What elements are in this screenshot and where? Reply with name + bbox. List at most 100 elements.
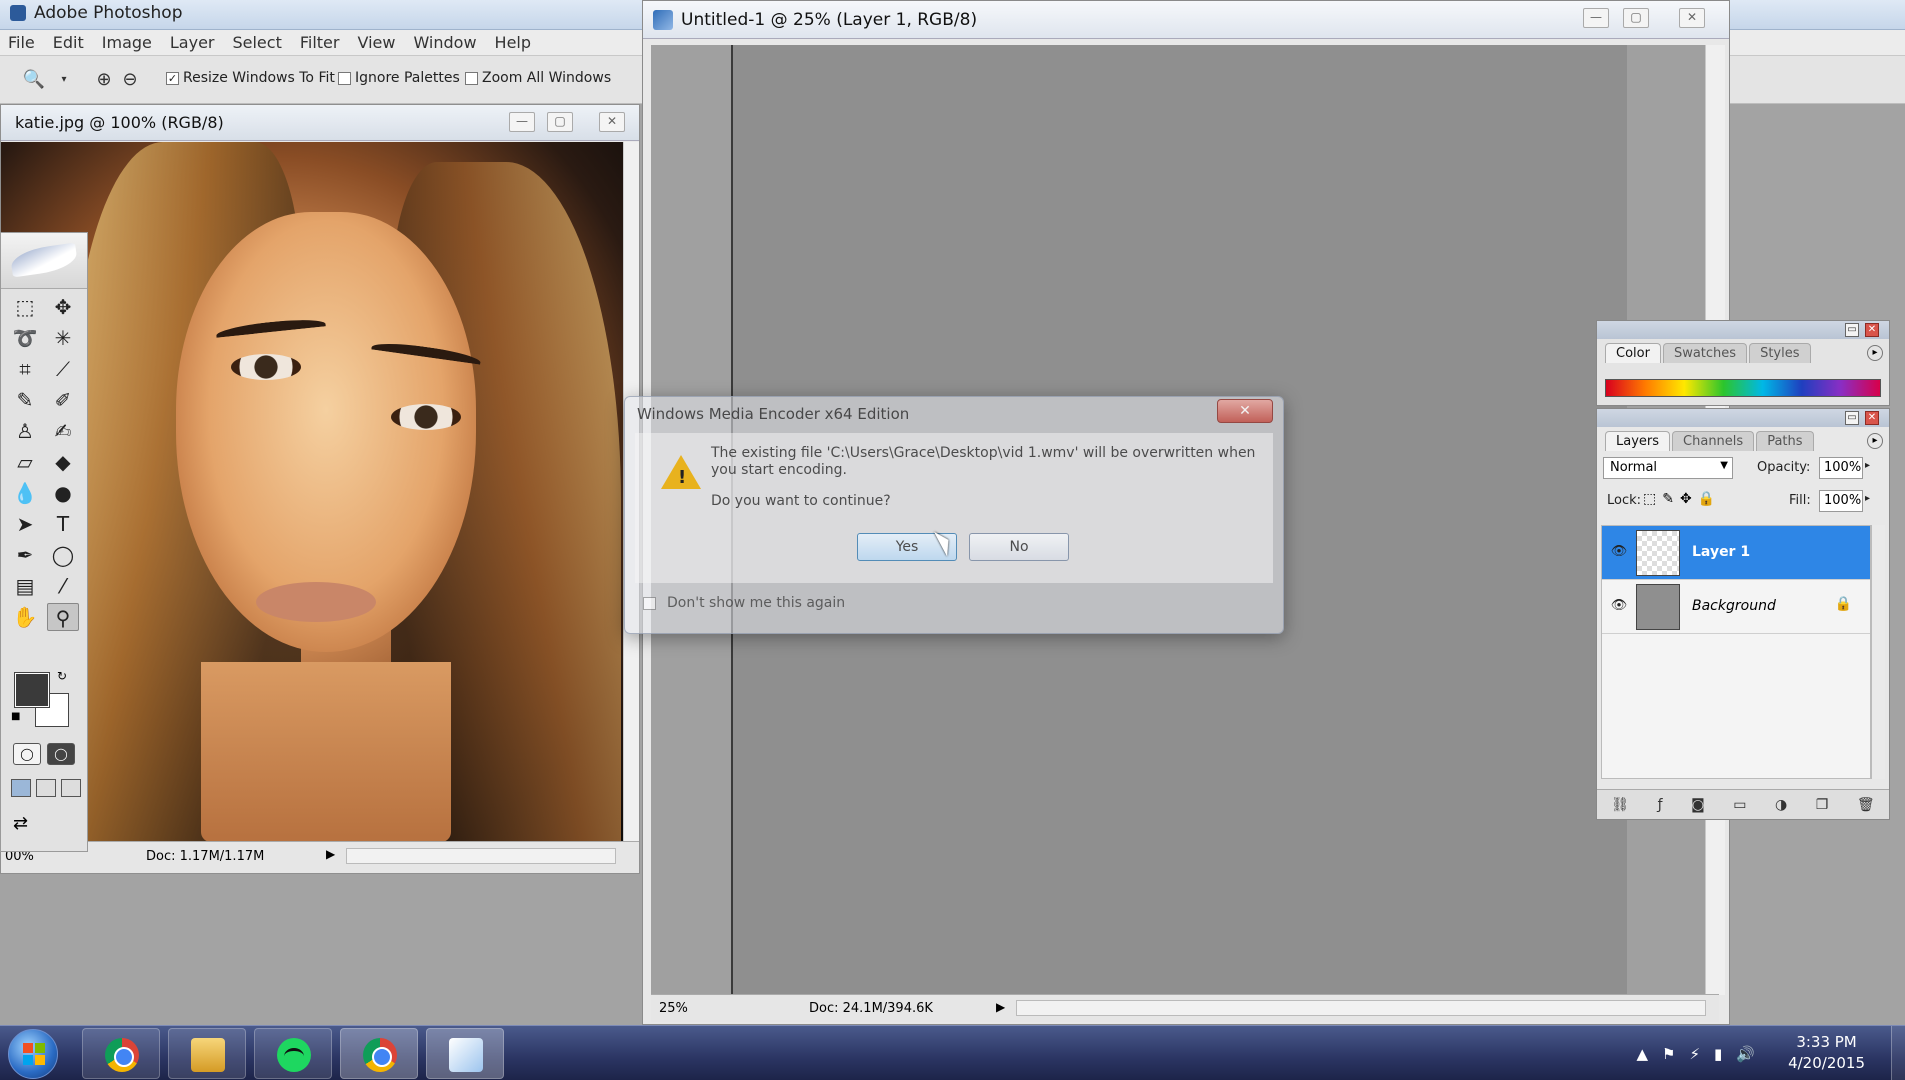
zoom-out-icon[interactable]: ⊖: [116, 66, 144, 94]
layer-mask-icon[interactable]: ◙: [1691, 797, 1705, 813]
document-window-katie[interactable]: katie.jpg @ 100% (RGB/8) — ▢ ✕ 00% Doc: …: [0, 104, 640, 874]
power-icon[interactable]: ⚡: [1690, 1045, 1701, 1063]
fill-field[interactable]: 100%: [1819, 490, 1863, 512]
brush-tool-icon[interactable]: ✐: [47, 386, 79, 414]
palette-menu-icon[interactable]: ▸: [1867, 345, 1883, 361]
resize-windows-checkbox[interactable]: ✓ Resize Windows To Fit: [166, 70, 335, 86]
palette-close-icon[interactable]: ✕: [1865, 323, 1879, 337]
foreground-color-swatch[interactable]: [14, 672, 50, 708]
palette-header[interactable]: ▭ ✕: [1597, 321, 1889, 339]
photo-canvas[interactable]: [1, 142, 625, 842]
blur-tool-icon[interactable]: 💧: [9, 479, 41, 507]
maximize-icon[interactable]: ▢: [547, 112, 573, 132]
dont-show-checkbox[interactable]: [643, 597, 656, 610]
menu-edit[interactable]: Edit: [51, 30, 94, 55]
maximize-icon[interactable]: ▢: [1623, 8, 1649, 28]
show-hidden-icons-icon[interactable]: ▲: [1637, 1045, 1649, 1063]
layer-style-icon[interactable]: ƒ: [1658, 797, 1663, 813]
layers-scrollbar[interactable]: [1871, 525, 1885, 779]
document-titlebar[interactable]: Untitled-1 @ 25% (Layer 1, RGB/8) — ▢ ✕: [643, 1, 1729, 39]
zoom-level[interactable]: 25%: [659, 1001, 688, 1016]
close-icon[interactable]: ✕: [599, 112, 625, 132]
palette-minimize-icon[interactable]: ▭: [1845, 323, 1859, 337]
screen-mode-full-menu-icon[interactable]: [36, 779, 56, 797]
crop-tool-icon[interactable]: ⌗: [9, 355, 41, 383]
eye-icon[interactable]: 👁: [1610, 544, 1628, 560]
tab-styles[interactable]: Styles: [1749, 343, 1811, 363]
horizontal-scrollbar[interactable]: [346, 848, 616, 864]
eyedropper-icon[interactable]: ⁄: [47, 572, 79, 600]
type-tool-icon[interactable]: T: [47, 510, 79, 538]
hand-tool-icon[interactable]: ✋: [9, 603, 41, 631]
eraser-tool-icon[interactable]: ▱: [9, 448, 41, 476]
status-menu-arrow-icon[interactable]: ▶: [326, 847, 335, 861]
document-titlebar[interactable]: katie.jpg @ 100% (RGB/8) — ▢ ✕: [1, 105, 639, 141]
checkbox[interactable]: [465, 71, 478, 85]
default-colors-icon[interactable]: ■: [11, 711, 20, 722]
zoom-in-icon[interactable]: ⊕: [90, 66, 118, 94]
jump-to-imageready-icon[interactable]: ⇄: [13, 813, 28, 834]
tab-paths[interactable]: Paths: [1756, 431, 1814, 451]
taskbar-media-encoder[interactable]: [426, 1028, 504, 1079]
palette-close-icon[interactable]: ✕: [1865, 411, 1879, 425]
clone-stamp-icon[interactable]: ♙: [9, 417, 41, 445]
lock-position-icon[interactable]: ✥: [1680, 491, 1692, 507]
menu-help[interactable]: Help: [493, 30, 541, 55]
quick-mask-icon[interactable]: ◯: [47, 743, 75, 765]
layer-row[interactable]: 👁 Background 🔒: [1602, 580, 1870, 634]
screen-mode-standard-icon[interactable]: [11, 779, 31, 797]
action-center-flag-icon[interactable]: ⚑: [1662, 1045, 1675, 1063]
fill-arrow-icon[interactable]: ▸: [1865, 493, 1870, 504]
lock-transparent-icon[interactable]: ⬚: [1643, 491, 1656, 507]
start-button[interactable]: [8, 1029, 58, 1079]
zoom-tool-icon[interactable]: ⚲: [47, 603, 79, 631]
path-selection-icon[interactable]: ➤: [9, 510, 41, 538]
minimize-icon[interactable]: —: [1583, 8, 1609, 28]
taskbar-explorer[interactable]: [168, 1028, 246, 1079]
slice-tool-icon[interactable]: ⟋: [47, 355, 79, 383]
pen-tool-icon[interactable]: ✒: [9, 541, 41, 569]
menu-image[interactable]: Image: [100, 30, 162, 55]
lock-all-icon[interactable]: 🔒: [1698, 491, 1715, 507]
zoom-all-checkbox[interactable]: Zoom All Windows: [465, 70, 611, 86]
tool-preset-dropdown-icon[interactable]: ▾: [50, 66, 78, 94]
notes-tool-icon[interactable]: ▤: [9, 572, 41, 600]
clock[interactable]: 3:33 PM 4/20/2015: [1788, 1032, 1865, 1074]
opacity-arrow-icon[interactable]: ▸: [1865, 460, 1870, 471]
ignore-palettes-checkbox[interactable]: Ignore Palettes: [338, 70, 460, 86]
status-menu-arrow-icon[interactable]: ▶: [996, 1000, 1005, 1014]
tab-layers[interactable]: Layers: [1605, 431, 1671, 451]
taskbar-chrome[interactable]: [82, 1028, 160, 1079]
menu-filter[interactable]: Filter: [298, 30, 350, 55]
horizontal-scrollbar[interactable]: [1016, 1000, 1706, 1016]
color-spectrum[interactable]: [1605, 379, 1881, 397]
close-icon[interactable]: ✕: [1679, 8, 1705, 28]
tab-color[interactable]: Color: [1605, 343, 1661, 363]
palette-header[interactable]: ▭ ✕: [1597, 409, 1889, 427]
move-tool-icon[interactable]: ✥: [47, 293, 79, 321]
dont-show-label[interactable]: Don't show me this again: [667, 595, 845, 611]
menu-layer[interactable]: Layer: [168, 30, 225, 55]
minimize-icon[interactable]: —: [509, 112, 535, 132]
palette-menu-icon[interactable]: ▸: [1867, 433, 1883, 449]
tab-swatches[interactable]: Swatches: [1662, 343, 1748, 363]
menu-view[interactable]: View: [355, 30, 405, 55]
new-group-icon[interactable]: ▭: [1733, 797, 1746, 813]
dodge-tool-icon[interactable]: ●: [47, 479, 79, 507]
opacity-field[interactable]: 100%: [1819, 457, 1863, 479]
show-desktop-button[interactable]: [1891, 1026, 1905, 1080]
screen-mode-full-icon[interactable]: [61, 779, 81, 797]
menu-file[interactable]: File: [6, 30, 45, 55]
lasso-tool-icon[interactable]: ➰: [9, 324, 41, 352]
taskbar-chrome-2[interactable]: [340, 1028, 418, 1079]
layer-row[interactable]: 👁 Layer 1: [1602, 526, 1870, 580]
tab-channels[interactable]: Channels: [1672, 431, 1755, 451]
delete-layer-icon[interactable]: 🗑: [1857, 797, 1875, 813]
link-layers-icon[interactable]: ⛓: [1611, 797, 1629, 813]
standard-mode-icon[interactable]: ◯: [13, 743, 41, 765]
adjustment-layer-icon[interactable]: ◑: [1775, 797, 1787, 813]
magic-wand-icon[interactable]: ✳: [47, 324, 79, 352]
zoom-tool-icon[interactable]: 🔍: [20, 66, 48, 94]
volume-icon[interactable]: 🔊: [1736, 1045, 1755, 1063]
no-button[interactable]: No: [969, 533, 1069, 561]
